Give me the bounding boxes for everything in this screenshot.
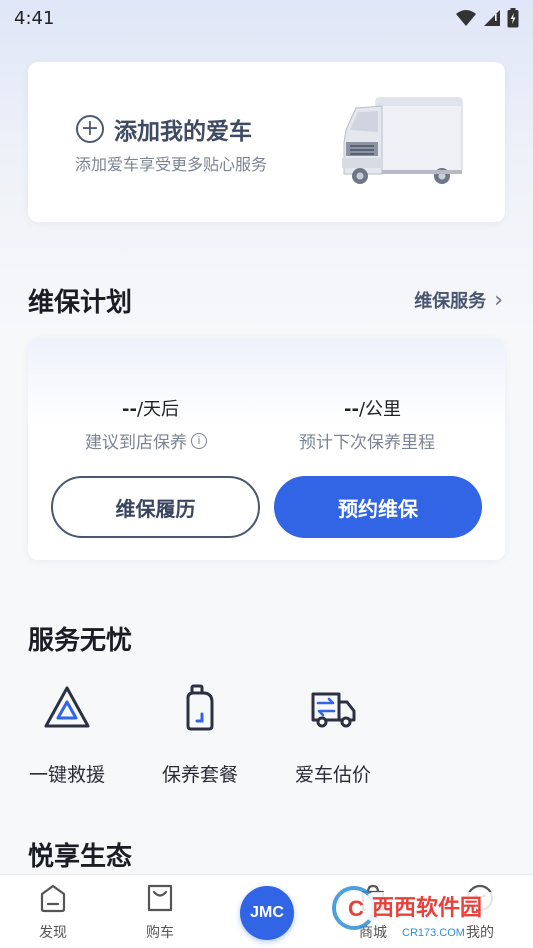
exchange-truck-icon (311, 692, 356, 728)
warning-triangle-icon (44, 686, 90, 728)
shopping-bag-icon (147, 884, 173, 912)
add-car-title-text: 添加我的爱车 (114, 119, 252, 145)
tab-discover[interactable]: 发现 (23, 882, 83, 942)
chevron-right-icon: › (494, 287, 503, 313)
km-value: -- (344, 399, 359, 420)
signal-icon (484, 10, 500, 26)
svg-text:C: C (348, 896, 364, 921)
service-rescue-label: 一键救援 (28, 764, 105, 786)
km-stat-value: --/公里 (344, 395, 401, 421)
status-icons (455, 8, 519, 28)
tab-buy-label: 购车 (146, 925, 174, 941)
info-icon[interactable]: i (191, 432, 207, 449)
status-time: 4:41 (14, 7, 55, 29)
truck-illustration (342, 97, 463, 184)
watermark-sub: CR173.COM (402, 927, 465, 939)
watermark-text: 西西软件园 (372, 895, 482, 921)
add-car-subtitle: 添加爱车享受更多贴心服务 (75, 155, 268, 174)
service-package-label: 保养套餐 (161, 764, 238, 786)
maintenance-plan-title: 维保计划 (28, 288, 133, 318)
service-rescue[interactable]: 一键救援 (17, 684, 117, 787)
maintenance-service-label: 维保服务 (414, 291, 487, 312)
book-maintenance-button[interactable]: 预约维保 (274, 476, 482, 538)
service-valuation[interactable]: 爱车估价 (283, 684, 383, 787)
maintenance-history-button[interactable]: 维保履历 (51, 476, 260, 538)
oil-bottle-icon (186, 684, 214, 731)
days-stat-label: 建议到店保养 i (85, 428, 207, 453)
days-label-text: 建议到店保养 (85, 433, 187, 453)
watermark-logo: C 西西软件园 CR173.COM (332, 886, 516, 939)
plus-circle-icon: + (76, 115, 104, 143)
battery-icon (507, 8, 519, 28)
tab-jmc-center[interactable]: JMC (240, 886, 294, 940)
km-stat-label: 预计下次保养里程 (299, 433, 435, 453)
maintenance-service-link[interactable]: 维保服务 › (414, 287, 503, 313)
tab-buy[interactable]: 购车 (130, 882, 190, 942)
ecosystem-title: 悦享生态 (28, 842, 133, 872)
services-title: 服务无忧 (28, 626, 133, 656)
tab-discover-label: 发现 (39, 925, 67, 941)
days-stat-value: --/天后 (122, 395, 179, 421)
service-package[interactable]: 保养套餐 (150, 684, 250, 787)
service-valuation-label: 爱车估价 (294, 764, 371, 786)
days-value: -- (122, 399, 137, 420)
discover-icon (40, 884, 66, 913)
add-car-title[interactable]: + 添加我的爱车 (76, 112, 252, 146)
days-unit: /天后 (136, 399, 180, 420)
km-unit: /公里 (358, 399, 402, 420)
status-bar: 4:41 (0, 0, 533, 36)
wifi-icon (456, 10, 476, 26)
